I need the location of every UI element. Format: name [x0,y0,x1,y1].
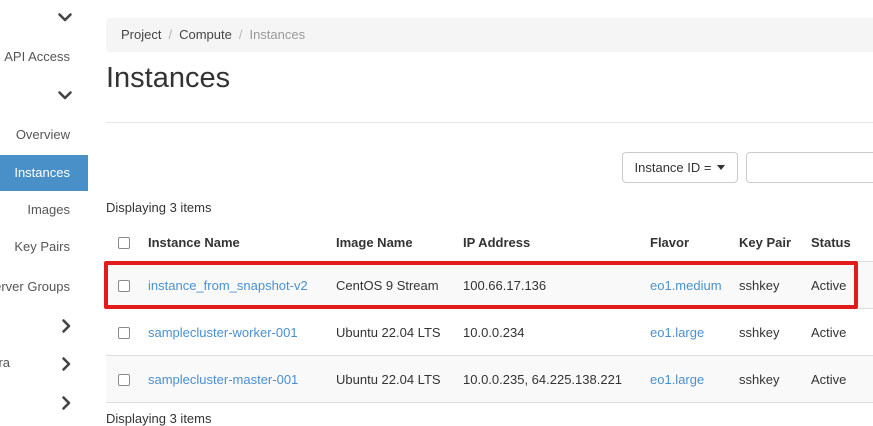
cell-flavor: eo1.large [642,309,731,356]
breadcrumb-separator: / [239,27,243,42]
filter-search-input[interactable] [746,152,873,183]
select-all-cell [106,223,140,262]
sidebar-item-images[interactable]: Images [27,200,70,220]
row-checkbox[interactable] [118,280,130,292]
flavor-link[interactable]: eo1.medium [650,278,722,293]
cell-instance-name: instance_from_snapshot-v2 [140,262,328,309]
cell-key-pair: sshkey [731,309,803,356]
cell-ip-address: 10.0.0.235, 64.225.138.221 [455,356,642,403]
cell-key-pair: sshkey [731,262,803,309]
column-header-status[interactable]: Status [803,223,873,262]
breadcrumb-project[interactable]: Project [121,27,161,42]
breadcrumb: Project / Compute / Instances [106,18,873,52]
instances-table: Instance Name Image Name IP Address Flav… [106,223,873,403]
row-select-cell [106,262,140,309]
table-row: samplecluster-master-001 Ubuntu 22.04 LT… [106,356,873,403]
sidebar-item-instances[interactable]: Instances [0,155,88,191]
cell-ip-address: 10.0.0.234 [455,309,642,356]
flavor-link[interactable]: eo1.large [650,372,704,387]
sidebar: API Access Overview Instances Images Key… [0,0,88,421]
table-row: instance_from_snapshot-v2 CentOS 9 Strea… [106,262,873,309]
sidebar-item-truncated[interactable]: ra [0,353,10,373]
cell-instance-name: samplecluster-master-001 [140,356,328,403]
cell-image-name: Ubuntu 22.04 LTS [328,356,455,403]
cell-instance-name: samplecluster-worker-001 [140,309,328,356]
column-header-ip-address[interactable]: IP Address [455,223,642,262]
main-content: Project / Compute / Instances Instances Inst… [106,0,873,421]
title-divider [106,122,873,123]
sidebar-item-server-groups[interactable]: Server Groups [0,277,70,297]
chevron-down-icon[interactable] [57,90,73,101]
chevron-down-icon[interactable] [57,12,73,23]
row-checkbox[interactable] [118,327,130,339]
items-count-top: Displaying 3 items [106,200,212,215]
instance-link[interactable]: instance_from_snapshot-v2 [148,278,308,293]
cell-flavor: eo1.large [642,356,731,403]
breadcrumb-separator: / [168,27,172,42]
cell-key-pair: sshkey [731,356,803,403]
flavor-link[interactable]: eo1.large [650,325,704,340]
table-header-row: Instance Name Image Name IP Address Flav… [106,223,873,262]
filter-dropdown-button[interactable]: Instance ID = [622,152,738,183]
chevron-right-icon[interactable] [61,395,72,411]
filter-dropdown-label: Instance ID = [635,160,712,175]
cell-flavor: eo1.medium [642,262,731,309]
row-select-cell [106,309,140,356]
cell-image-name: Ubuntu 22.04 LTS [328,309,455,356]
chevron-right-icon[interactable] [61,356,72,372]
instance-link[interactable]: samplecluster-master-001 [148,372,298,387]
select-all-checkbox[interactable] [118,237,130,249]
page-title: Instances [106,62,230,95]
cell-status: Active [803,309,873,356]
row-select-cell [106,356,140,403]
cell-status: Active [803,356,873,403]
column-header-flavor[interactable]: Flavor [642,223,731,262]
instance-link[interactable]: samplecluster-worker-001 [148,325,298,340]
caret-down-icon [717,165,725,170]
column-header-instance-name[interactable]: Instance Name [140,223,328,262]
sidebar-item-api-access[interactable]: API Access [4,47,70,67]
sidebar-item-overview[interactable]: Overview [16,125,70,145]
cell-ip-address: 100.66.17.136 [455,262,642,309]
breadcrumb-compute[interactable]: Compute [179,27,232,42]
chevron-right-icon[interactable] [61,318,72,334]
cell-image-name: CentOS 9 Stream [328,262,455,309]
sidebar-item-key-pairs[interactable]: Key Pairs [14,237,70,257]
table-row: samplecluster-worker-001 Ubuntu 22.04 LT… [106,309,873,356]
column-header-image-name[interactable]: Image Name [328,223,455,262]
cell-status: Active [803,262,873,309]
breadcrumb-instances: Instances [249,27,305,42]
row-checkbox[interactable] [118,374,130,386]
items-count-bottom: Displaying 3 items [106,411,212,426]
column-header-key-pair[interactable]: Key Pair [731,223,803,262]
